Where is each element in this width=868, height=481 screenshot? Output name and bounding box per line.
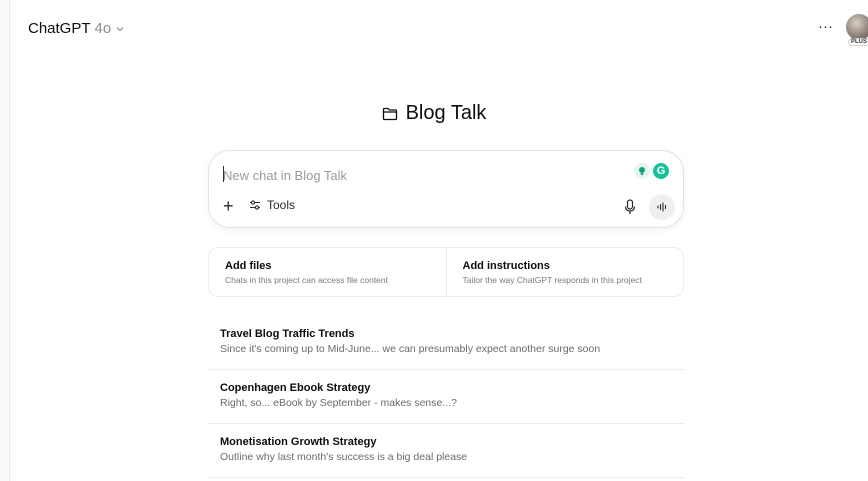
project-title-text: Blog Talk xyxy=(405,102,487,124)
project-title: Blog Talk xyxy=(0,102,868,125)
chat-preview: Right, so... eBook by September - makes … xyxy=(220,397,457,409)
avatar[interactable]: PLUS xyxy=(846,14,868,46)
model-name: ChatGPT xyxy=(28,20,91,37)
tools-button[interactable]: Tools xyxy=(249,198,295,212)
model-version: 4o xyxy=(94,20,112,37)
plus-badge: PLUS xyxy=(848,38,868,46)
add-files-card[interactable]: Add files Chats in this project can acce… xyxy=(209,248,446,296)
card-title: Add files xyxy=(225,260,272,272)
grammarly-icon[interactable]: G xyxy=(653,163,669,179)
chat-list-item[interactable]: Copenhagen Ebook Strategy Right, so... e… xyxy=(208,370,684,424)
extension-icons: G xyxy=(634,163,669,179)
sliders-icon xyxy=(250,200,260,210)
chevron-down-icon xyxy=(116,26,124,31)
top-bar: ChatGPT 4o ··· PLUS xyxy=(10,0,868,56)
card-description: Chats in this project can access file co… xyxy=(225,275,388,285)
card-description: Tailor the way ChatGPT responds in this … xyxy=(462,275,642,285)
lightbulb-icon[interactable] xyxy=(634,163,650,179)
chat-list-item[interactable]: Travel Blog Traffic Trends Since it's co… xyxy=(208,316,684,370)
sidebar-edge xyxy=(0,0,10,481)
add-attachment-button[interactable]: + xyxy=(223,197,234,215)
project-chat-list: Travel Blog Traffic Trends Since it's co… xyxy=(208,316,684,478)
model-switcher[interactable]: ChatGPT 4o xyxy=(28,20,125,37)
more-options-button[interactable]: ··· xyxy=(818,18,833,35)
chat-title: Monetisation Growth Strategy xyxy=(220,436,377,448)
voice-mode-icon xyxy=(657,202,667,212)
project-cards: Add files Chats in this project can acce… xyxy=(208,247,684,297)
card-title: Add instructions xyxy=(462,260,550,272)
microphone-icon[interactable] xyxy=(623,199,637,215)
tools-label: Tools xyxy=(267,198,296,212)
chat-composer: G + Tools xyxy=(208,150,684,228)
chat-preview: Since it's coming up to Mid-June... we c… xyxy=(220,343,601,355)
text-caret xyxy=(223,166,224,182)
add-instructions-card[interactable]: Add instructions Tailor the way ChatGPT … xyxy=(445,248,684,296)
chat-list-item[interactable]: Monetisation Growth Strategy Outline why… xyxy=(208,424,684,478)
chat-title: Copenhagen Ebook Strategy xyxy=(220,382,371,394)
chat-input[interactable] xyxy=(223,165,603,185)
chat-title: Travel Blog Traffic Trends xyxy=(220,328,355,340)
voice-mode-button[interactable] xyxy=(649,194,675,220)
folder-icon xyxy=(382,107,397,120)
chat-preview: Outline why last month's success is a bi… xyxy=(220,451,468,463)
